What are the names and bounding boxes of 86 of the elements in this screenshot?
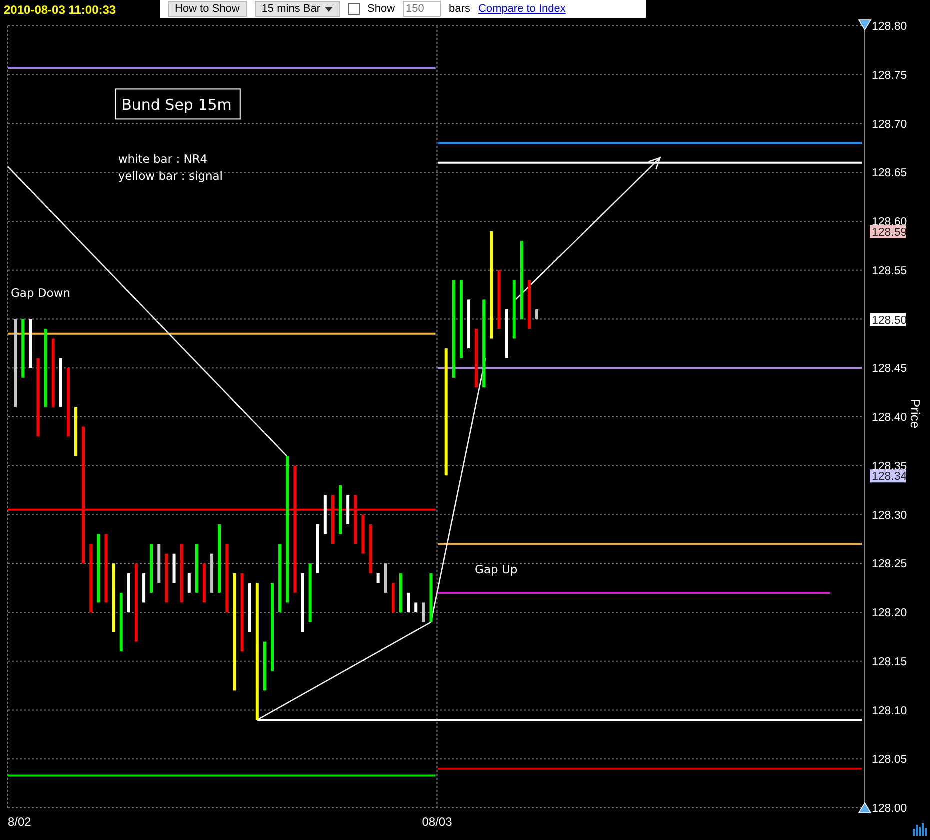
price-bar [339,485,342,534]
price-bar [29,319,32,368]
price-bar [528,280,531,330]
price-axis-label: 128.20 [872,608,908,620]
price-bar [263,642,266,691]
price-bar [376,573,380,584]
axis-title: Price [908,399,923,429]
price-bar [384,564,388,593]
price-bar [369,524,372,574]
price-bar [120,592,123,652]
date-label: 8/02 [8,815,32,829]
price-axis-label: 128.05 [872,754,908,766]
price-bar [512,280,516,339]
interval-dropdown[interactable]: 15 mins Bar [254,1,340,17]
legend-text: white bar : NR4 [118,152,208,166]
price-bar [354,495,358,544]
price-bar [308,564,312,622]
price-bar [210,554,214,593]
bar-chart-icon[interactable] [913,823,927,836]
price-bar [180,544,184,603]
show-label: Show [368,3,396,15]
price-bar [301,573,304,632]
price-axis-label: 128.45 [872,363,908,376]
price-axis-label: 128.25 [872,558,908,571]
price-bar [346,495,350,525]
price-bar [468,300,470,349]
chart-note: Gap Up [475,562,518,576]
price-bar [59,358,62,408]
price-axis-label: 128.65 [872,168,908,180]
price-axis-label: 128.15 [872,656,908,668]
price-bar [324,495,327,534]
price-bar [278,544,282,612]
price-bar [400,573,402,612]
price-bar [226,544,229,612]
price-axis-label: 128.80 [872,21,908,33]
price-bar [430,573,433,622]
price-bar [316,524,320,574]
price-bar [74,407,78,456]
price-bar [188,573,191,593]
price-bar [362,514,365,554]
price-axis-label: 128.00 [872,803,908,815]
price-bar [158,544,161,584]
price-bar [97,534,100,603]
price-bar [112,564,116,632]
chart-title: Bund Sep 15m [115,88,241,120]
price-bar [414,602,418,612]
top-handle-icon[interactable] [858,20,872,31]
price-axis-label: 128.70 [872,118,908,131]
price-axis-label: 128.75 [872,70,908,82]
price-bar [165,554,168,603]
price-axis-label: 128.30 [872,510,908,522]
price-bar [195,544,198,593]
timestamp: 2010-08-03 11:00:33 [3,2,118,18]
price-bar [150,544,154,593]
price-axis-label: 128.55 [872,265,908,278]
price-bar [127,573,130,612]
price-bar [505,309,508,358]
price-bar [392,583,395,612]
price-bar [90,544,93,612]
price-bar [422,602,426,622]
price-bar [475,329,478,388]
price-bar [203,564,206,603]
bar-count-field[interactable]: 150 [403,1,442,17]
price-bar [22,319,25,378]
price-bar [66,368,70,437]
price-bar [104,534,108,603]
chart-note: Gap Down [11,286,71,300]
price-bar [498,270,501,330]
price-axis-label: 128.10 [872,705,908,718]
bottom-handle-icon[interactable] [858,802,872,814]
price-bar [407,592,410,612]
price-bar [248,583,252,632]
price-bar [331,495,334,544]
price-bar [172,554,176,584]
compare-link[interactable]: Compare to Index [478,3,566,15]
date-label: 08/03 [422,815,452,829]
price-axis-label: 128.40 [872,412,908,424]
price-bar [536,309,539,320]
price-bar [142,573,146,603]
show-checkbox[interactable] [348,3,360,15]
caret-icon [324,6,333,12]
price-bar [218,524,222,593]
view-button[interactable]: How to Show [168,1,247,17]
bars-label: bars [449,3,470,15]
price-bar [52,338,55,408]
legend-text: yellow bar : signal [118,168,223,183]
